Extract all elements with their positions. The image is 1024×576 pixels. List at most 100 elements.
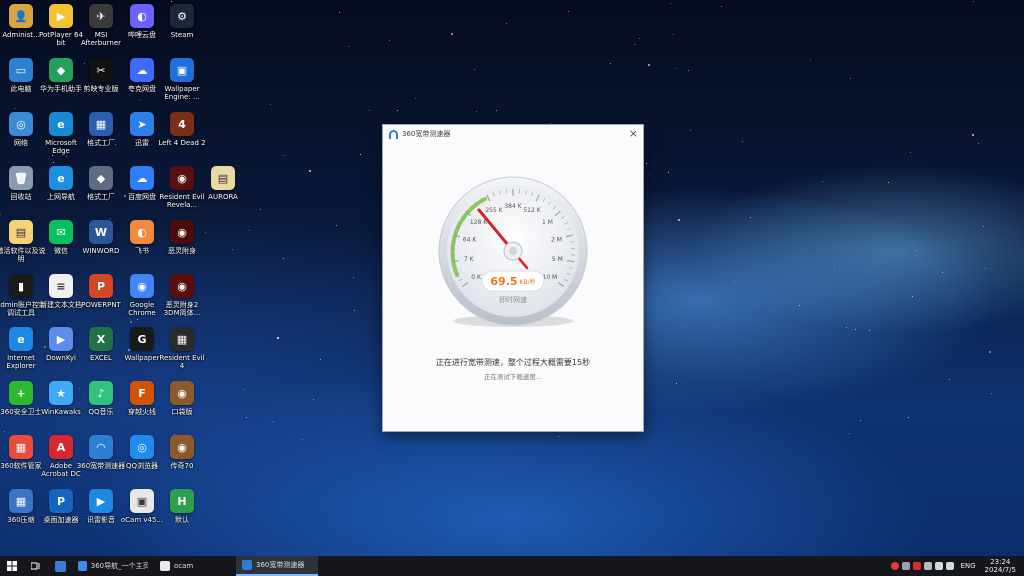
- app-icon: X: [89, 327, 113, 351]
- task-view-icon: [31, 562, 40, 570]
- desktop-icon[interactable]: e Microsoft Edge: [40, 112, 82, 155]
- star: [984, 268, 986, 270]
- language-indicator[interactable]: ENG: [960, 562, 975, 570]
- desktop-icon[interactable]: ◉ 恶灵附身: [161, 220, 203, 255]
- desktop-icon[interactable]: ◠ 360宽带测速器: [77, 435, 125, 470]
- desktop-icon-label: Resident Evil 4: [159, 354, 205, 370]
- task-view-button[interactable]: [24, 556, 48, 576]
- star: [248, 229, 250, 231]
- star: [638, 37, 640, 39]
- desktop-icon[interactable]: ▤ AURORA: [202, 166, 244, 201]
- app-icon: ★: [49, 381, 73, 405]
- app-icon: ▶: [89, 489, 113, 513]
- tray-record-icon[interactable]: [891, 562, 900, 570]
- desktop-icon-label: 口袋版: [171, 408, 193, 416]
- star: [850, 78, 852, 80]
- app-icon: F: [130, 381, 154, 405]
- star: [677, 219, 680, 222]
- desktop-icon[interactable]: 4 Left 4 Dead 2: [158, 112, 206, 147]
- app-icon: ◉: [170, 166, 194, 190]
- dialog-titlebar[interactable]: 360宽带测速器 ×: [383, 125, 643, 143]
- star: [868, 330, 870, 332]
- desktop-icon[interactable]: ⚙ Steam: [161, 4, 203, 39]
- gauge-tick-label: 10 M: [543, 274, 558, 281]
- star: [496, 110, 498, 112]
- app-icon: G: [130, 327, 154, 351]
- star: [645, 163, 647, 165]
- star: [634, 43, 636, 45]
- status-message: 正在进行宽带测速，整个过程大概需要15秒: [435, 358, 591, 367]
- app-icon: ◉: [170, 435, 194, 459]
- app-icon: ◉: [170, 381, 194, 405]
- taskbar-pinned-app[interactable]: [48, 556, 72, 576]
- desktop-icon[interactable]: ▦ 格式工厂: [80, 112, 122, 147]
- network-icon[interactable]: [935, 562, 944, 570]
- desktop-icon[interactable]: ▦ Resident Evil 4: [159, 327, 205, 370]
- desktop-icon[interactable]: ♪ QQ音乐: [80, 381, 122, 416]
- app-icon: ✈: [89, 4, 113, 28]
- app-icon: 👤: [9, 4, 33, 28]
- close-icon[interactable]: ×: [629, 127, 638, 140]
- desktop-icon[interactable]: ▮ admin账户控制调试工具: [0, 274, 46, 317]
- taskbar-window-button[interactable]: ocam: [154, 556, 236, 576]
- desktop-icon[interactable]: ▶ 讯雷影音: [80, 489, 122, 524]
- app-icon: ▮: [9, 274, 33, 298]
- star: [232, 248, 234, 250]
- star: [942, 272, 944, 274]
- clock-date: 2024/7/5: [984, 566, 1016, 574]
- dialog-title: 360宽带测速器: [402, 130, 451, 138]
- star: [673, 33, 675, 35]
- star: [558, 435, 560, 437]
- desktop-icon[interactable]: ◉ 传奇70: [161, 435, 203, 470]
- desktop-icon-label: Steam: [170, 31, 194, 39]
- star: [244, 389, 246, 390]
- app-icon: ◎: [9, 112, 33, 136]
- tray-app-icon[interactable]: [902, 562, 911, 570]
- app-icon: H: [170, 489, 194, 513]
- desktop-icon-label: 默认: [175, 516, 189, 524]
- app-icon: ▶: [49, 4, 73, 28]
- star: [338, 12, 340, 14]
- desktop-icon-label: 恶灵附身2 3DM简体...: [163, 301, 201, 317]
- star: [991, 393, 993, 395]
- desktop-icon[interactable]: ◆ 格式工厂: [80, 166, 122, 201]
- clock[interactable]: 23:24 2024/7/5: [985, 558, 1016, 574]
- tray-app-icon[interactable]: [913, 562, 922, 570]
- star: [845, 326, 847, 328]
- star: [860, 419, 862, 421]
- star: [282, 155, 284, 157]
- app-icon: ♪: [89, 381, 113, 405]
- desktop-icon[interactable]: H 默认: [161, 489, 203, 524]
- app-icon: ◉: [170, 220, 194, 244]
- gauge-tick-label: 255 K: [485, 207, 503, 214]
- app-icon: A: [49, 435, 73, 459]
- speedtest-logo-icon: [389, 129, 398, 139]
- desktop-icon[interactable]: ✂ 剪映专业版: [80, 58, 122, 93]
- desktop-icon[interactable]: A Adobe Acrobat DC: [40, 435, 82, 478]
- app-icon: ◐: [130, 4, 154, 28]
- desktop-icon[interactable]: X EXCEL: [80, 327, 122, 362]
- star: [450, 33, 453, 36]
- desktop-icon[interactable]: W WINWORD: [80, 220, 122, 255]
- taskbar-window-button[interactable]: 360导航_一个主页...: [72, 556, 154, 576]
- app-icon: ◉: [130, 274, 154, 298]
- desktop-icon[interactable]: ▤ 激活软件以及说明: [0, 220, 46, 263]
- app-icon: W: [89, 220, 113, 244]
- app-icon: ≡: [49, 274, 73, 298]
- taskbar-window-button[interactable]: 360宽带测速器: [236, 556, 318, 576]
- desktop-icon[interactable]: ▣ Wallpaper Engine: ...: [161, 58, 203, 101]
- speed-caption: 即时网速: [499, 296, 527, 304]
- desktop-icon[interactable]: ◉ 恶灵附身2 3DM简体...: [161, 274, 203, 317]
- app-icon: 4: [170, 112, 194, 136]
- app-icon: ▶: [49, 327, 73, 351]
- desktop-icon[interactable]: P POWERPNT: [80, 274, 122, 309]
- star: [734, 281, 736, 283]
- tray-app-icon[interactable]: [924, 562, 933, 570]
- volume-icon[interactable]: [946, 562, 955, 570]
- star: [312, 399, 314, 401]
- desktop-icon[interactable]: ◉ 口袋版: [161, 381, 203, 416]
- desktop-icon[interactable]: ✈ MSI Afterburner: [80, 4, 122, 47]
- desktop-icon[interactable]: ◉ Resident Evil Revela...: [159, 166, 205, 209]
- start-button[interactable]: [0, 556, 24, 576]
- desktop-icon[interactable]: e Internet Explorer: [0, 327, 42, 370]
